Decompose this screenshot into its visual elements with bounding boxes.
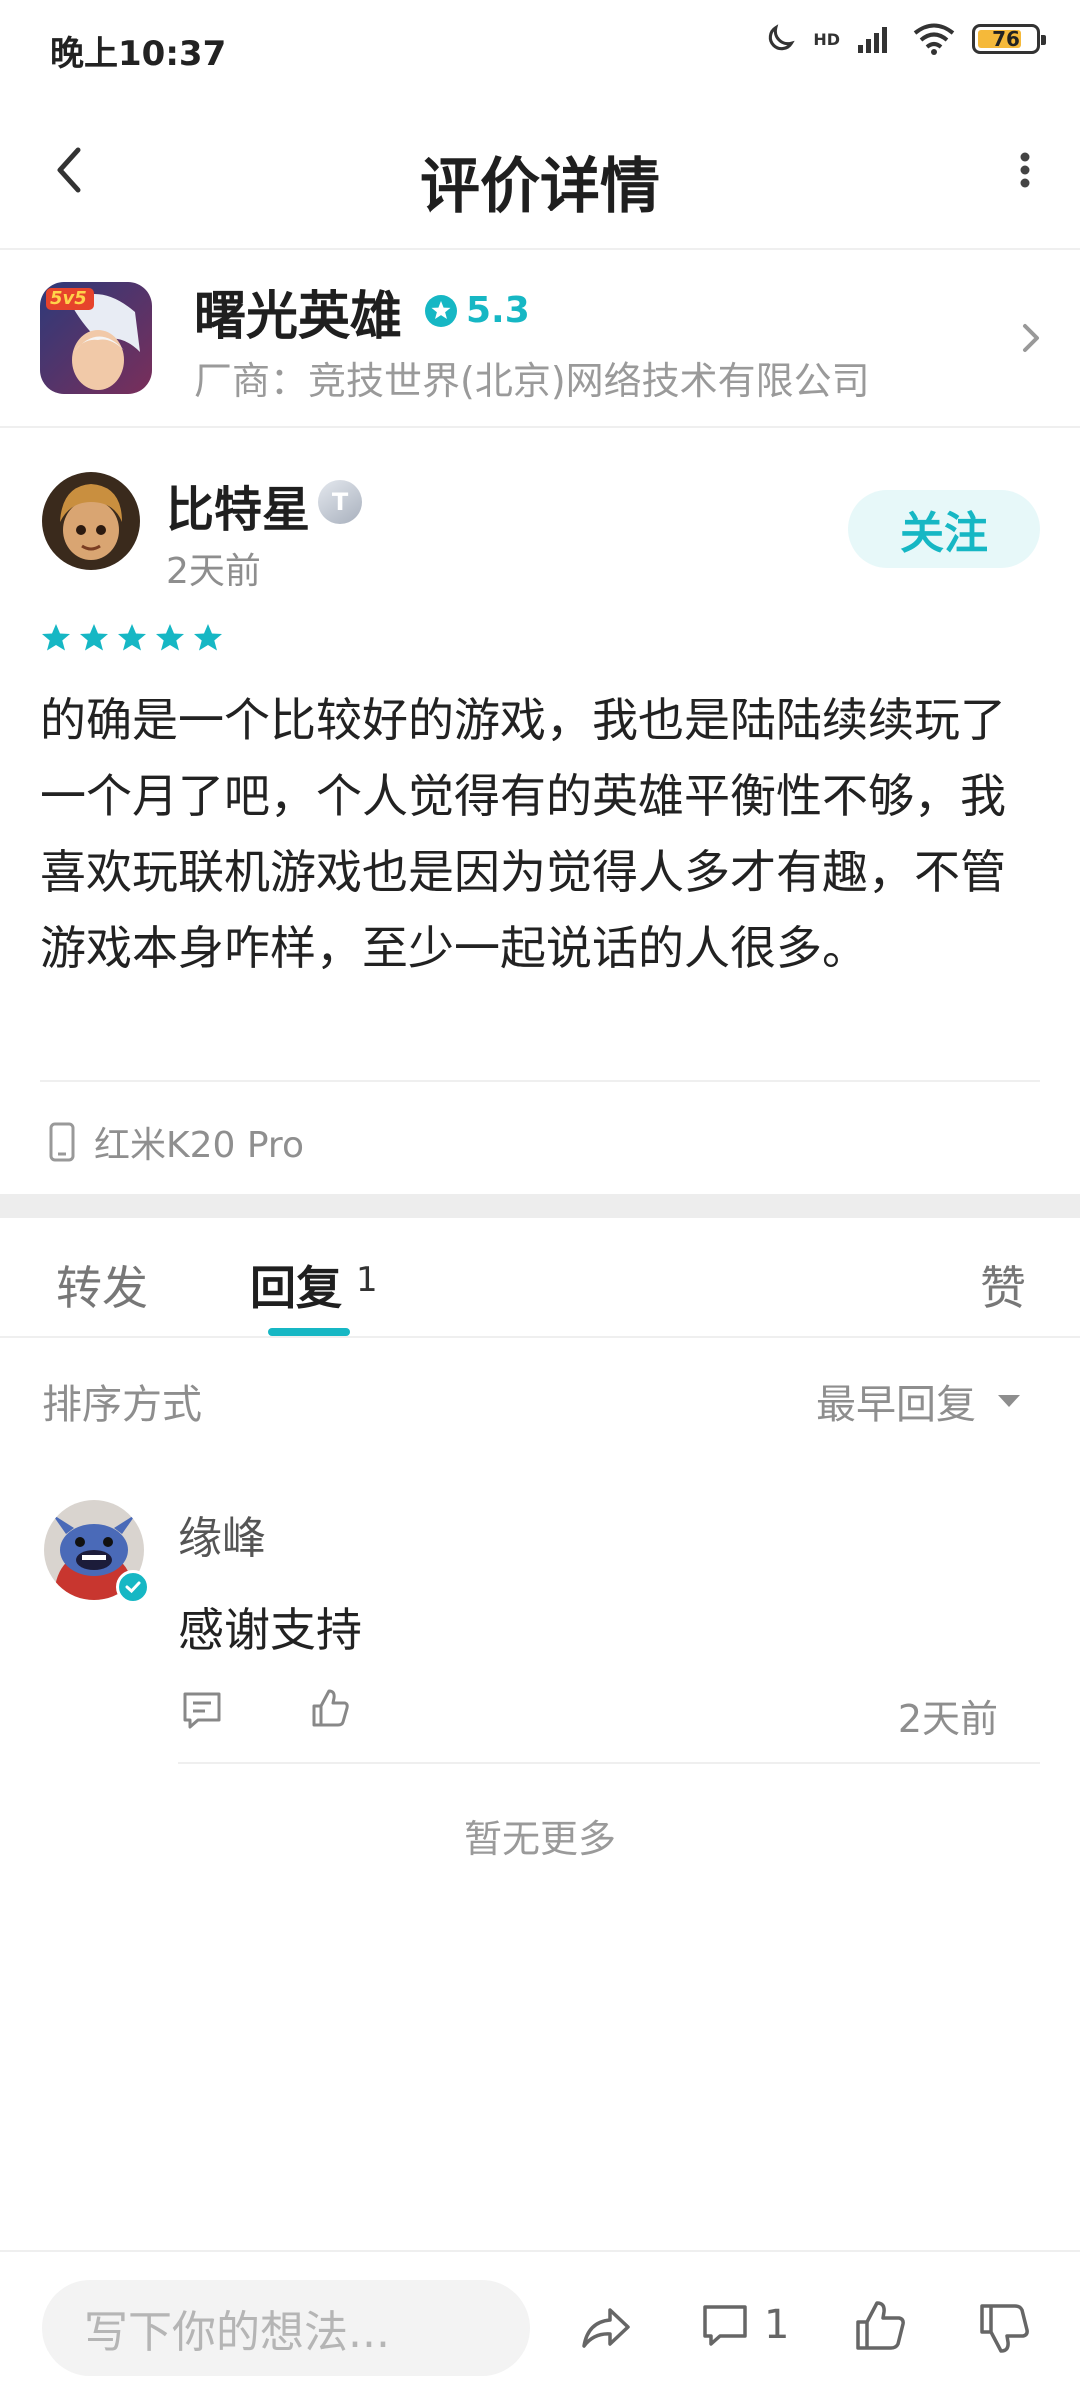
device-name: 红米K20 Pro [94,1125,304,1166]
star-icon [42,624,70,651]
no-more-text: 暂无更多 [463,1817,616,1861]
comment-input[interactable]: 写下你的想法... [42,2280,530,2376]
game-icon[interactable]: 5v5 [40,282,152,394]
star-icon [156,624,184,651]
wifi-icon [913,23,955,55]
verified-badge-icon [116,1570,150,1604]
tab-repost[interactable]: 转发 [56,1252,148,1318]
reviewer-name[interactable]: 比特星 [166,470,310,540]
star-icon [118,624,146,651]
more-vertical-icon [1020,152,1030,188]
network-hd-label: HD [813,29,840,49]
follow-button[interactable]: 关注 [848,490,1040,568]
game-vendor: 厂商：竞技世界(北京)网络技术有限公司 [194,359,870,403]
more-options-button[interactable] [1010,145,1040,195]
status-icons: HD 76 [763,22,1046,56]
reviewer-avatar[interactable] [42,472,140,570]
rating-value: 5.3 [466,290,530,331]
comment-bubble-icon [703,2305,747,2346]
comment-button[interactable]: 1 [700,2300,789,2350]
thumbs-up-icon[interactable] [308,1686,352,1730]
reply-divider [178,1762,1040,1764]
section-divider [0,1194,1080,1218]
sort-dropdown[interactable]: 最早回复 [816,1372,1022,1430]
comment-count: 1 [764,2302,790,2348]
star-icon [194,624,222,651]
dislike-icon[interactable] [976,2300,1032,2356]
level-badge: T [318,480,362,524]
device-info: 红米K20 Pro [48,1116,304,1168]
game-name[interactable]: 曙光英雄 [194,274,402,349]
review-stars [40,622,224,654]
bottom-bar-divider [0,2250,1080,2252]
game-card-divider [0,426,1080,428]
battery-icon: 76 [972,24,1046,54]
reply-author[interactable]: 缘峰 [178,1502,266,1566]
tab-reply-count: 1 [356,1260,378,1300]
header-divider [0,248,1080,250]
phone-icon [49,1122,75,1162]
review-divider [40,1080,1040,1082]
like-icon[interactable] [852,2298,908,2354]
moon-icon [769,24,796,51]
reply-time: 2天前 [897,1697,998,1741]
page-title: 评价详情 [420,152,660,222]
review-time: 2天前 [166,551,261,592]
tab-indicator [268,1328,350,1336]
share-icon[interactable] [578,2300,634,2356]
tab-like[interactable]: 赞 [980,1252,1026,1318]
tab-reply[interactable]: 回复 [250,1252,342,1318]
game-icon-label: 5v5 [50,288,87,309]
status-time: 晚上10:37 [50,34,227,74]
star-icon [80,624,108,651]
comment-icon[interactable] [180,1688,224,1732]
battery-level: 76 [992,27,1020,51]
sort-label: 排序方式 [42,1382,202,1428]
tabs-divider [0,1336,1080,1338]
review-text: 的确是一个比较好的游戏，我也是陆陆续续玩了一个月了吧，个人觉得有的英雄平衡性不够… [40,693,1006,975]
sort-selected: 最早回复 [816,1382,976,1428]
caret-down-icon [998,1395,1020,1407]
chevron-right-icon[interactable] [1016,318,1046,358]
game-rating: 5.3 [424,290,530,331]
rating-star-icon [425,294,457,327]
reply-text: 感谢支持 [178,1603,362,1657]
signal-icon [858,27,887,53]
comment-input-placeholder: 写下你的想法... [84,2307,390,2358]
